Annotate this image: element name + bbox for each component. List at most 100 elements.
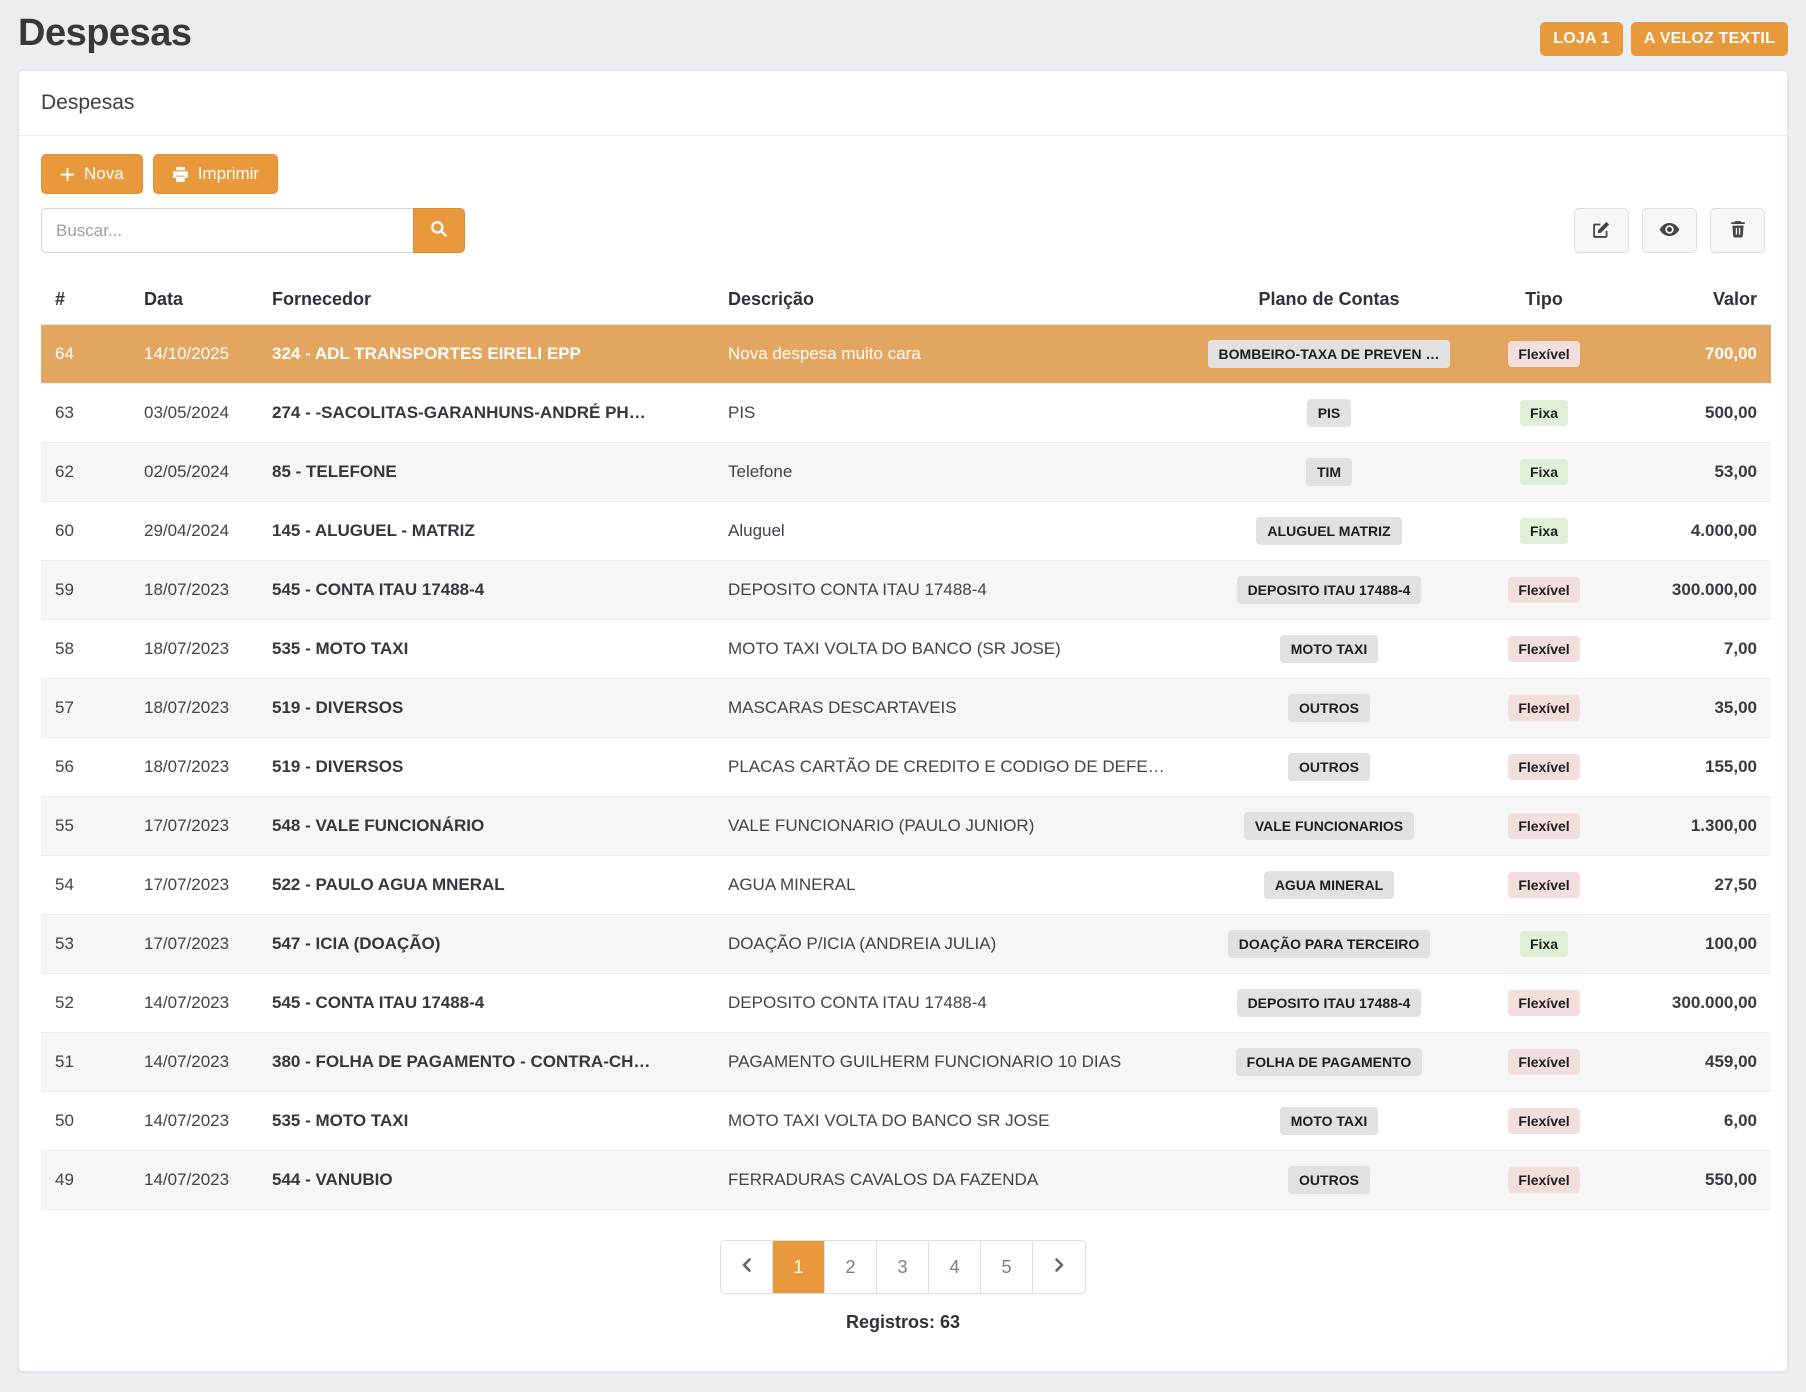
table-row[interactable]: 55 17/07/2023 548 - VALE FUNCIONÁRIO VAL…: [41, 797, 1771, 856]
cell-description: FERRADURAS CAVALOS DA FAZENDA: [714, 1151, 1184, 1210]
cell-supplier: 548 - VALE FUNCIONÁRIO: [258, 797, 714, 856]
cell-description: PIS: [714, 384, 1184, 443]
cell-value: 550,00: [1614, 1151, 1771, 1210]
col-header-id: #: [41, 277, 130, 325]
table-row[interactable]: 59 18/07/2023 545 - CONTA ITAU 17488-4 D…: [41, 561, 1771, 620]
cell-date: 17/07/2023: [130, 797, 258, 856]
cell-description: DOAÇÃO P/ICIA (ANDREIA JULIA): [714, 915, 1184, 974]
plan-badge: DOAÇÃO PARA TERCEIRO: [1228, 930, 1430, 958]
cell-value: 7,00: [1614, 620, 1771, 679]
cell-date: 17/07/2023: [130, 856, 258, 915]
cell-supplier: 535 - MOTO TAXI: [258, 1092, 714, 1151]
type-badge: Flexível: [1508, 754, 1579, 780]
plan-badge: VALE FUNCIONARIOS: [1244, 812, 1414, 840]
table-row[interactable]: 50 14/07/2023 535 - MOTO TAXI MOTO TAXI …: [41, 1092, 1771, 1151]
type-badge: Fixa: [1520, 931, 1568, 957]
cell-description: Nova despesa muito cara: [714, 325, 1184, 384]
cell-id: 54: [41, 856, 130, 915]
cell-value: 35,00: [1614, 679, 1771, 738]
pagination-next[interactable]: [1033, 1241, 1085, 1293]
type-badge: Flexível: [1508, 577, 1579, 603]
pagination-page-4[interactable]: 4: [929, 1241, 981, 1293]
table-row[interactable]: 54 17/07/2023 522 - PAULO AGUA MNERAL AG…: [41, 856, 1771, 915]
trash-icon: [1729, 220, 1747, 241]
table-row[interactable]: 49 14/07/2023 544 - VANUBIO FERRADURAS C…: [41, 1151, 1771, 1210]
cell-id: 63: [41, 384, 130, 443]
cell-id: 62: [41, 443, 130, 502]
pagination-page-1[interactable]: 1: [773, 1241, 825, 1293]
table-row[interactable]: 51 14/07/2023 380 - FOLHA DE PAGAMENTO -…: [41, 1033, 1771, 1092]
view-button[interactable]: [1642, 208, 1697, 253]
card-title: Despesas: [19, 71, 1787, 136]
pagination-page-5[interactable]: 5: [981, 1241, 1033, 1293]
cell-description: DEPOSITO CONTA ITAU 17488-4: [714, 561, 1184, 620]
print-button[interactable]: Imprimir: [153, 154, 278, 194]
pagination-page-3[interactable]: 3: [877, 1241, 929, 1293]
type-badge: Flexível: [1508, 695, 1579, 721]
cell-supplier: 522 - PAULO AGUA MNERAL: [258, 856, 714, 915]
col-header-value: Valor: [1614, 277, 1771, 325]
cell-supplier: 535 - MOTO TAXI: [258, 620, 714, 679]
table-row[interactable]: 60 29/04/2024 145 - ALUGUEL - MATRIZ Alu…: [41, 502, 1771, 561]
cell-id: 58: [41, 620, 130, 679]
cell-description: MOTO TAXI VOLTA DO BANCO SR JOSE: [714, 1092, 1184, 1151]
type-badge: Flexível: [1508, 872, 1579, 898]
new-expense-button[interactable]: Nova: [41, 154, 143, 194]
type-badge: Flexível: [1508, 1049, 1579, 1075]
table-row[interactable]: 53 17/07/2023 547 - ICIA (DOAÇÃO) DOAÇÃO…: [41, 915, 1771, 974]
cell-value: 1.300,00: [1614, 797, 1771, 856]
type-badge: Flexível: [1508, 1167, 1579, 1193]
store-badge-loja1[interactable]: LOJA 1: [1540, 22, 1623, 56]
cell-value: 500,00: [1614, 384, 1771, 443]
table-row[interactable]: 52 14/07/2023 545 - CONTA ITAU 17488-4 D…: [41, 974, 1771, 1033]
table-row[interactable]: 56 18/07/2023 519 - DIVERSOS PLACAS CART…: [41, 738, 1771, 797]
table-row[interactable]: 63 03/05/2024 274 - -SACOLITAS-GARANHUNS…: [41, 384, 1771, 443]
cell-supplier: 519 - DIVERSOS: [258, 738, 714, 797]
type-badge: Fixa: [1520, 459, 1568, 485]
cell-id: 59: [41, 561, 130, 620]
pagination-prev[interactable]: [721, 1241, 773, 1293]
cell-value: 155,00: [1614, 738, 1771, 797]
search-icon: [430, 220, 448, 241]
cell-supplier: 547 - ICIA (DOAÇÃO): [258, 915, 714, 974]
cell-date: 14/10/2025: [130, 325, 258, 384]
table-row[interactable]: 62 02/05/2024 85 - TELEFONE Telefone TIM…: [41, 443, 1771, 502]
cell-supplier: 519 - DIVERSOS: [258, 679, 714, 738]
type-badge: Flexível: [1508, 1108, 1579, 1134]
page-header: Despesas LOJA 1 A VELOZ TEXTIL: [0, 0, 1806, 70]
plan-badge: TIM: [1306, 458, 1352, 486]
cell-supplier: 274 - -SACOLITAS-GARANHUNS-ANDRÉ PH…: [258, 384, 714, 443]
cell-id: 55: [41, 797, 130, 856]
cell-description: PLACAS CARTÃO DE CREDITO E CODIGO DE DEF…: [714, 738, 1184, 797]
table-row[interactable]: 57 18/07/2023 519 - DIVERSOS MASCARAS DE…: [41, 679, 1771, 738]
type-badge: Fixa: [1520, 518, 1568, 544]
cell-date: 03/05/2024: [130, 384, 258, 443]
row-actions: [1574, 208, 1765, 253]
table-row[interactable]: 58 18/07/2023 535 - MOTO TAXI MOTO TAXI …: [41, 620, 1771, 679]
plan-badge: DEPOSITO ITAU 17488-4: [1237, 576, 1422, 604]
cell-id: 53: [41, 915, 130, 974]
plus-icon: [60, 167, 75, 182]
cell-supplier: 324 - ADL TRANSPORTES EIRELI EPP: [258, 325, 714, 384]
plan-badge: FOLHA DE PAGAMENTO: [1236, 1048, 1423, 1076]
edit-button[interactable]: [1574, 208, 1629, 253]
company-badge-veloz-textil[interactable]: A VELOZ TEXTIL: [1631, 22, 1788, 56]
cell-value: 300.000,00: [1614, 561, 1771, 620]
cell-description: PAGAMENTO GUILHERM FUNCIONARIO 10 DIAS: [714, 1033, 1184, 1092]
search-input[interactable]: [41, 208, 413, 253]
chevron-left-icon: [739, 1257, 755, 1278]
search-button[interactable]: [413, 208, 465, 253]
cell-value: 6,00: [1614, 1092, 1771, 1151]
plan-badge: MOTO TAXI: [1280, 635, 1378, 663]
chevron-right-icon: [1051, 1257, 1067, 1278]
delete-button[interactable]: [1710, 208, 1765, 253]
type-badge: Flexível: [1508, 990, 1579, 1016]
cell-id: 57: [41, 679, 130, 738]
table-row[interactable]: 64 14/10/2025 324 - ADL TRANSPORTES EIRE…: [41, 325, 1771, 384]
cell-id: 49: [41, 1151, 130, 1210]
pagination-page-2[interactable]: 2: [825, 1241, 877, 1293]
cell-value: 27,50: [1614, 856, 1771, 915]
cell-date: 17/07/2023: [130, 915, 258, 974]
cell-id: 60: [41, 502, 130, 561]
plan-badge: ALUGUEL MATRIZ: [1256, 517, 1401, 545]
